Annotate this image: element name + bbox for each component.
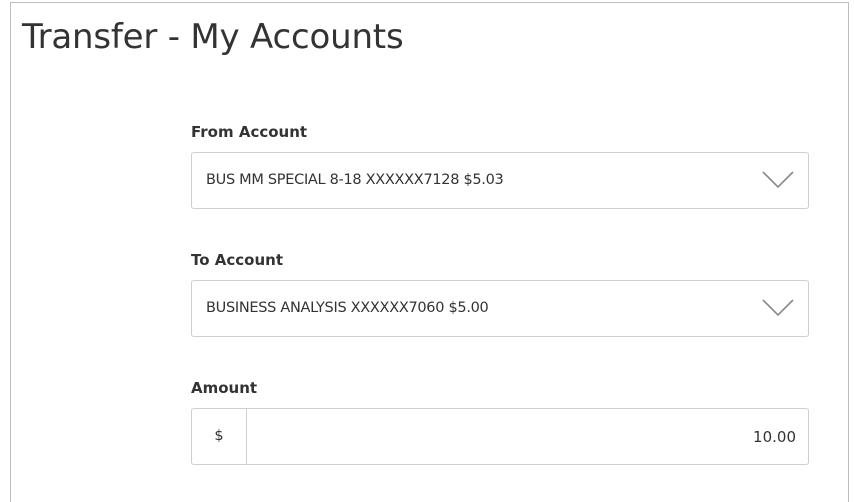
chevron-down-icon (762, 299, 794, 317)
amount-label: Amount (191, 379, 258, 397)
page-title: Transfer - My Accounts (22, 17, 404, 57)
transfer-panel: Transfer - My Accounts From Account BUS … (10, 2, 849, 502)
from-account-label: From Account (191, 123, 308, 141)
from-account-selected-value: BUS MM SPECIAL 8-18 XXXXXX7128 $5.03 (206, 172, 504, 188)
currency-symbol: $ (192, 409, 247, 464)
to-account-select[interactable]: BUSINESS ANALYSIS XXXXXX7060 $5.00 (191, 280, 809, 337)
to-account-selected-value: BUSINESS ANALYSIS XXXXXX7060 $5.00 (206, 300, 489, 316)
amount-input-group: $ (191, 408, 809, 465)
from-account-select[interactable]: BUS MM SPECIAL 8-18 XXXXXX7128 $5.03 (191, 152, 809, 209)
chevron-down-icon (762, 171, 794, 189)
amount-input[interactable] (248, 409, 808, 464)
to-account-label: To Account (191, 251, 283, 269)
